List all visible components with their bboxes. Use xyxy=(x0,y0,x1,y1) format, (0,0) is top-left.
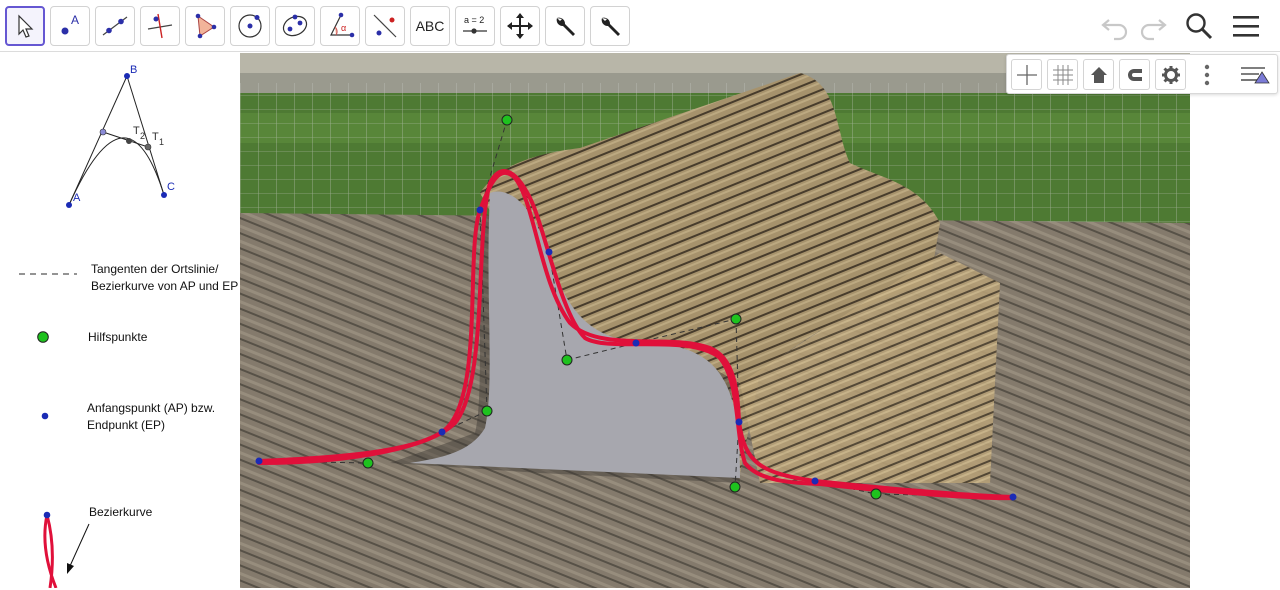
graphics-style-bar xyxy=(1006,54,1278,94)
point-label-c: C xyxy=(167,181,175,193)
slider-icon: a = 2 xyxy=(463,15,487,34)
toggle-style-bar-button[interactable] xyxy=(1237,59,1273,90)
move-graphics-view-icon xyxy=(507,13,533,39)
settings-button[interactable] xyxy=(1155,59,1186,90)
toolbar: A α ABC a = 2 xyxy=(0,0,1280,52)
line-icon xyxy=(102,16,128,36)
reflect-about-line-icon xyxy=(373,14,397,38)
text-icon: ABC xyxy=(415,18,445,34)
svg-text:a = 2: a = 2 xyxy=(464,15,484,25)
tangent-legend-line-1: Tangenten der Ortslinie/ xyxy=(91,262,219,276)
point-label-t1-sub: 1 xyxy=(159,137,164,147)
dashed-line-symbol xyxy=(19,273,77,275)
menu-button[interactable] xyxy=(1228,8,1264,44)
custom-tool-1[interactable] xyxy=(545,6,585,46)
grid-toggle-button[interactable] xyxy=(1047,59,1078,90)
point-label-t2-sub: 2 xyxy=(140,131,145,141)
ellipse-icon xyxy=(282,14,308,37)
helper-point-symbol xyxy=(37,331,49,343)
undo-button[interactable] xyxy=(1097,8,1133,44)
custom-tool-2[interactable] xyxy=(590,6,630,46)
point-label-b: B xyxy=(130,64,137,76)
slider-tool[interactable]: a = 2 xyxy=(455,6,495,46)
circle-tool[interactable] xyxy=(230,6,270,46)
line-tool[interactable] xyxy=(95,6,135,46)
axes-toggle-icon xyxy=(1016,64,1037,85)
tangent-legend-text: Tangenten der Ortslinie/ Bezierkurve von… xyxy=(91,261,238,295)
polygon-tool[interactable] xyxy=(185,6,225,46)
more-vertical-icon xyxy=(1204,64,1210,85)
wrench-icon xyxy=(556,17,575,36)
move-graphics-view-tool[interactable] xyxy=(500,6,540,46)
point-label-t1: T xyxy=(152,131,159,143)
undo-icon xyxy=(1101,19,1128,41)
point-label-a: A xyxy=(73,192,81,204)
endpoint-legend-line-2: Endpunkt (EP) xyxy=(87,418,166,432)
point-icon: A xyxy=(61,13,79,35)
search-button[interactable] xyxy=(1181,8,1217,44)
wrench-icon xyxy=(601,17,620,36)
tangent-legend-line-2: Bezierkurve von AP und EP xyxy=(91,279,239,293)
snap-mode-button[interactable] xyxy=(1119,59,1150,90)
bezier-legend-text: Bezierkurve xyxy=(89,505,153,519)
endpoint-legend-line-1: Anfangspunkt (AP) bzw. xyxy=(87,401,216,415)
magnet-snap-icon xyxy=(1127,68,1142,81)
svg-text:A: A xyxy=(71,13,79,27)
toggle-style-bar-icon xyxy=(1241,66,1270,83)
reflect-tool[interactable] xyxy=(365,6,405,46)
ellipse-tool[interactable] xyxy=(275,6,315,46)
move-tool[interactable] xyxy=(5,6,45,46)
helper-points-legend-text: Hilfspunkte xyxy=(88,330,148,344)
svg-text:α: α xyxy=(341,23,346,33)
circle-center-icon xyxy=(238,14,262,38)
point-label-t2: T xyxy=(133,125,140,137)
more-options-button[interactable] xyxy=(1195,59,1219,90)
gear-icon xyxy=(1161,65,1180,84)
polygon-icon xyxy=(195,13,217,39)
perpendicular-line-icon xyxy=(147,13,173,39)
angle-tool[interactable]: α xyxy=(320,6,360,46)
perpendicular-line-tool[interactable] xyxy=(140,6,180,46)
cursor-arrow-icon xyxy=(18,14,34,38)
home-icon xyxy=(1090,66,1107,83)
graphics-view[interactable] xyxy=(240,53,1190,588)
endpoint-symbol xyxy=(41,412,49,420)
right-blank-area xyxy=(1190,95,1280,590)
legend-panel: A B C T 2 T 1 Tangenten der Ortslinie/ B… xyxy=(0,53,240,590)
grid-toggle-icon xyxy=(1052,64,1073,85)
redo-icon xyxy=(1140,19,1167,41)
home-view-button[interactable] xyxy=(1083,59,1114,90)
text-tool[interactable]: ABC xyxy=(410,6,450,46)
bench-background-image xyxy=(240,53,1190,588)
point-tool[interactable]: A xyxy=(50,6,90,46)
endpoint-legend-text: Anfangspunkt (AP) bzw. Endpunkt (EP) xyxy=(87,400,215,434)
bezier-construction-diagram: A B C T 2 T 1 xyxy=(66,64,175,208)
redo-button[interactable] xyxy=(1135,8,1171,44)
hamburger-menu-icon xyxy=(1233,16,1259,37)
search-icon xyxy=(1186,13,1213,40)
axes-toggle-button[interactable] xyxy=(1011,59,1042,90)
angle-icon: α xyxy=(330,12,355,38)
